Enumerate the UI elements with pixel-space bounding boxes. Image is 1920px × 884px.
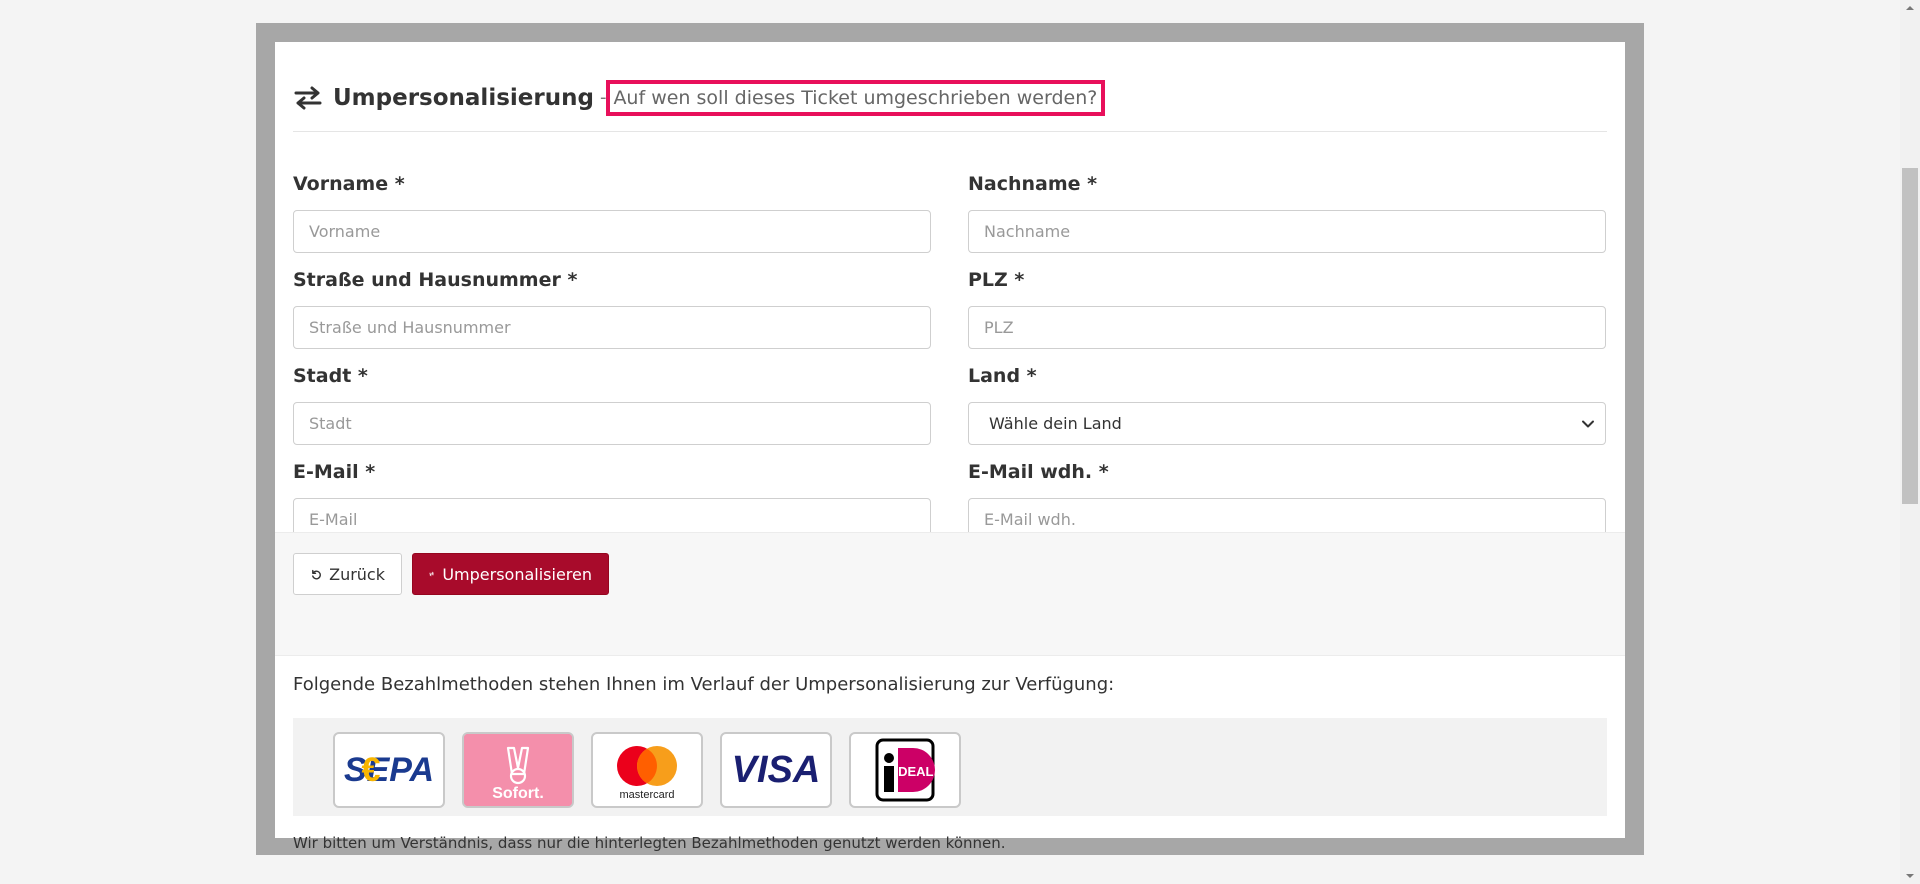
umpersonalisieren-button[interactable]: Umpersonalisieren [412, 553, 609, 595]
page-subtitle: Auf wen soll dieses Ticket umgeschrieben… [606, 79, 1106, 116]
chevron-down-icon [1582, 420, 1594, 427]
swap-arrows-icon [293, 86, 323, 110]
vorname-label: Vorname * [293, 173, 405, 195]
sofort-logo: Sofort. [462, 732, 574, 808]
svg-text:iDEAL: iDEAL [895, 764, 934, 779]
svg-text:VISA: VISA [732, 749, 821, 791]
vorname-input[interactable]: Vorname [293, 210, 931, 253]
scrollbar-thumb[interactable] [1902, 168, 1918, 504]
sepa-logo: SEPA € [333, 732, 445, 808]
email-label: E-Mail * [293, 461, 376, 483]
card-header: Umpersonalisierung - Auf wen soll dieses… [293, 64, 1607, 132]
svg-text:€: € [362, 751, 381, 789]
land-select[interactable]: Wähle dein Land [968, 402, 1606, 445]
payment-methods-section: Folgende Bezahlmethoden stehen Ihnen im … [293, 656, 1607, 852]
stadt-label: Stadt * [293, 365, 368, 387]
nachname-label: Nachname * [968, 173, 1098, 195]
page-title: Umpersonalisierung [333, 84, 594, 111]
svg-text:mastercard: mastercard [619, 789, 674, 801]
page-scrollbar[interactable] [1900, 0, 1920, 884]
payment-intro-text: Folgende Bezahlmethoden stehen Ihnen im … [293, 674, 1115, 695]
stadt-placeholder: Stadt [309, 414, 352, 433]
undo-icon [312, 569, 321, 580]
plz-field-group: PLZ * PLZ [968, 266, 1606, 349]
plz-placeholder: PLZ [984, 318, 1014, 337]
form-actions: Zurück Umpersonalisieren [275, 532, 1625, 656]
land-selected-value: Wähle dein Land [989, 414, 1122, 433]
strasse-input[interactable]: Straße und Hausnummer [293, 306, 931, 349]
payment-logos-strip: SEPA € Sofort. mastercard VISA iDEAL [293, 718, 1607, 816]
personalization-card: Umpersonalisierung - Auf wen soll dieses… [275, 42, 1625, 852]
strasse-label: Straße und Hausnummer * [293, 269, 578, 291]
email-placeholder: E-Mail [309, 510, 358, 529]
scroll-up-arrow-icon[interactable] [1905, 4, 1915, 12]
stadt-input[interactable]: Stadt [293, 402, 931, 445]
payment-note: Wir bitten um Verständnis, dass nur die … [293, 834, 1006, 852]
umpersonalisieren-button-label: Umpersonalisieren [442, 564, 592, 584]
plz-input[interactable]: PLZ [968, 306, 1606, 349]
scroll-down-arrow-icon[interactable] [1905, 872, 1915, 880]
swap-arrows-icon [429, 571, 435, 577]
nachname-placeholder: Nachname [984, 222, 1071, 241]
email-repeat-placeholder: E-Mail wdh. [984, 510, 1076, 529]
email-field-group: E-Mail * E-Mail [293, 458, 931, 541]
svg-text:Sofort.: Sofort. [492, 785, 544, 802]
ideal-logo: iDEAL [849, 732, 961, 808]
nachname-field-group: Nachname * Nachname [968, 170, 1606, 253]
svg-text:SEPA: SEPA [344, 751, 434, 789]
land-field-group: Land * Wähle dein Land [968, 362, 1606, 445]
visa-logo: VISA [720, 732, 832, 808]
nachname-input[interactable]: Nachname [968, 210, 1606, 253]
email-repeat-label: E-Mail wdh. * [968, 461, 1109, 483]
vorname-placeholder: Vorname [309, 222, 381, 241]
plz-label: PLZ * [968, 269, 1025, 291]
stadt-field-group: Stadt * Stadt [293, 362, 931, 445]
strasse-field-group: Straße und Hausnummer * Straße und Hausn… [293, 266, 931, 349]
land-label: Land * [968, 365, 1037, 387]
back-button[interactable]: Zurück [293, 553, 402, 595]
strasse-placeholder: Straße und Hausnummer [309, 318, 511, 337]
email-repeat-field-group: E-Mail wdh. * E-Mail wdh. [968, 458, 1606, 541]
mastercard-logo: mastercard [591, 732, 703, 808]
vorname-field-group: Vorname * Vorname [293, 170, 931, 253]
back-button-label: Zurück [329, 564, 385, 584]
